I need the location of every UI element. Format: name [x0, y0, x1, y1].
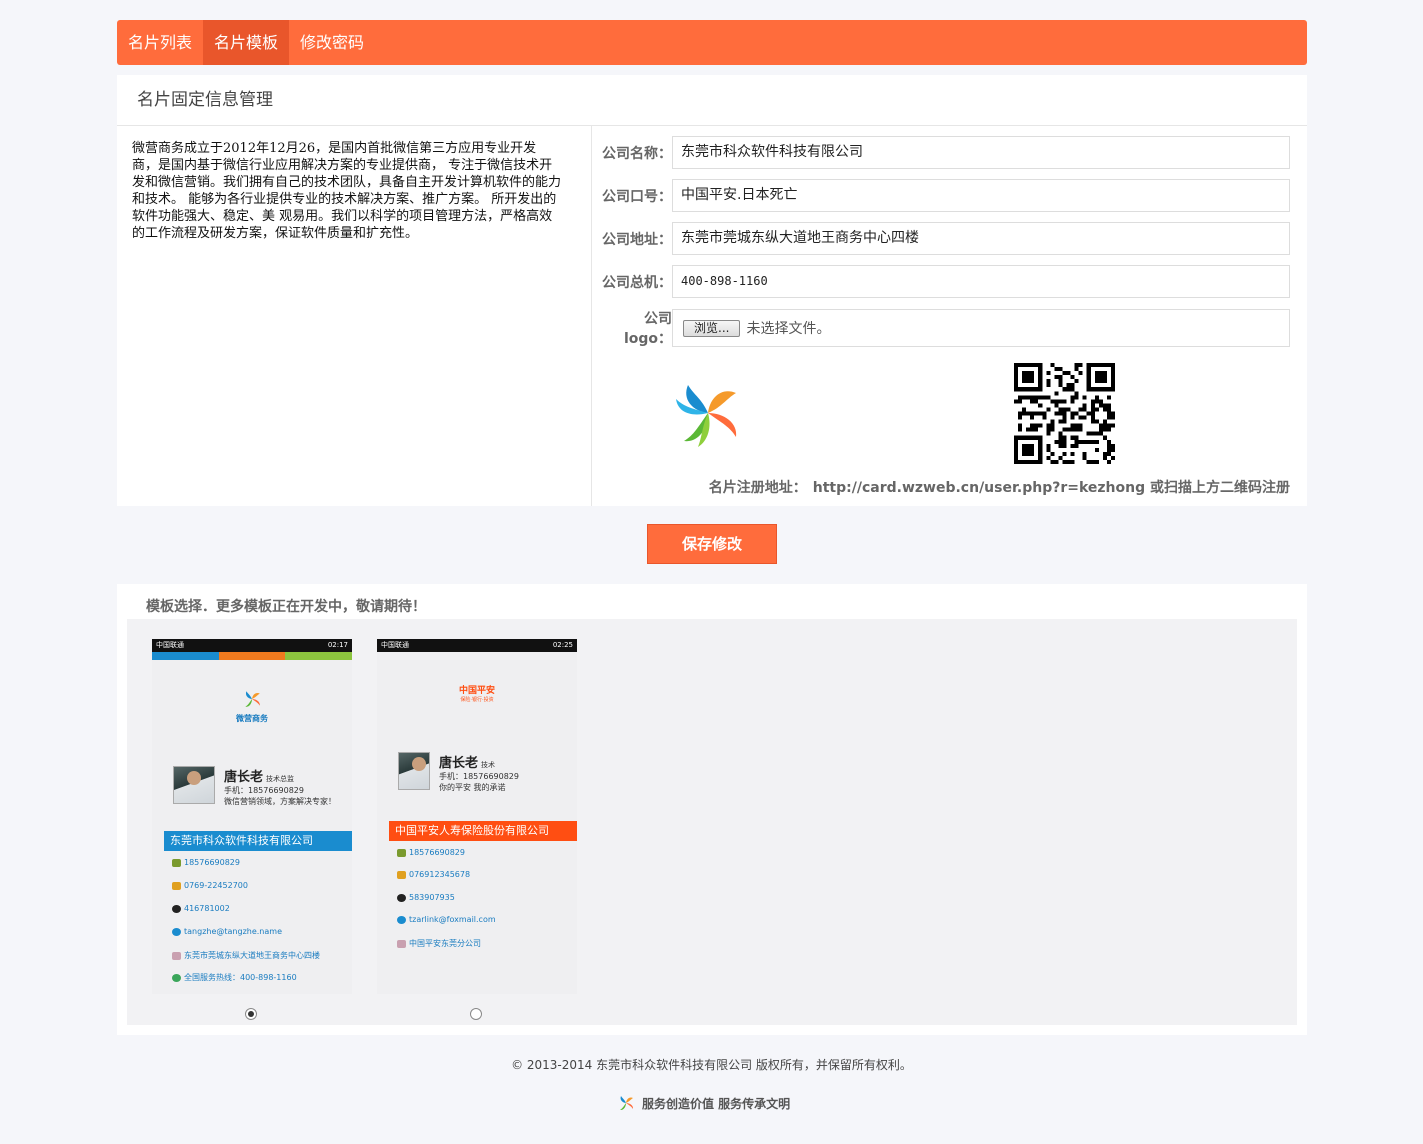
status-bar: 中国联通 02:17 [152, 639, 352, 652]
company-address-label: 公司地址： [602, 231, 672, 248]
top-nav: 名片列表 名片模板 修改密码 [117, 20, 1307, 65]
brand-sub-text: 保险·银行·投资 [460, 697, 494, 703]
avatar [398, 752, 430, 790]
brand-text: 中国平安 [458, 686, 495, 696]
save-button[interactable]: 保存修改 [647, 524, 777, 564]
register-url: http://card.wzweb.cn/user.php?r=kezhong … [812, 480, 1290, 496]
brand-logo-icon [245, 691, 260, 707]
contact-email: tangzhe@tangzhe.name [172, 927, 282, 936]
contact-mobile: 18576690829 [172, 858, 240, 867]
company-name-label: 公司名称： [602, 145, 672, 162]
footer-slogan: 服务创造价值 服务传承文明 [617, 1094, 790, 1112]
qq-icon [172, 904, 181, 913]
browse-button[interactable]: 浏览... [683, 319, 741, 337]
company-name-input[interactable]: 东莞市科众软件科技有限公司 [672, 136, 1290, 169]
status-bar: 中国联通 02:25 [377, 639, 577, 652]
fixed-info-panel: 名片固定信息管理 微营商务成立于2012年12月26，是国内首批微信第三方应用专… [117, 75, 1307, 506]
footer-logo-icon [620, 1096, 634, 1111]
template-area: 中国联通 02:17 微营商务 唐长老 技术总监 手机：18576690829 … [127, 619, 1297, 1025]
avatar [173, 766, 215, 804]
company-address-input[interactable]: 东莞市莞城东纵大道地王商务中心四楼 [672, 222, 1290, 255]
person-motto: 你的平安 我的承诺 [439, 783, 506, 792]
company-bar: 中国平安人寿保险股份有限公司 [389, 821, 577, 841]
email-icon [172, 927, 181, 936]
company-logo-label: 公司logo： [623, 311, 672, 347]
template-title: 模板选择．更多模板正在开发中，敬请期待！ [146, 599, 426, 615]
contact-mobile: 18576690829 [397, 848, 465, 857]
globe-icon [172, 973, 181, 982]
tab-change-password[interactable]: 修改密码 [289, 20, 375, 65]
person-title: 技术 [481, 761, 496, 769]
template-2-radio[interactable] [470, 1008, 482, 1020]
company-phone-input[interactable]: 400-898-1160 [672, 265, 1290, 298]
company-intro-text: 微营商务成立于2012年12月26，是国内首批微信第三方应用专业开发商，是国内基… [132, 141, 562, 241]
contact-address: 东莞市莞城东纵大道地王商务中心四楼 [172, 950, 320, 961]
register-label: 名片注册地址： [708, 480, 807, 496]
company-address-row: 公司地址： 东莞市莞城东纵大道地王商务中心四楼 [597, 222, 1290, 255]
qq-icon [397, 893, 406, 902]
phone-icon [397, 870, 406, 879]
company-name-row: 公司名称： 东莞市科众软件科技有限公司 [597, 136, 1290, 169]
person-mobile: 手机：18576690829 [439, 772, 519, 781]
contact-phone: 076912345678 [397, 870, 470, 879]
company-phone-row: 公司总机： 400-898-1160 [597, 265, 1290, 298]
contact-email: tzarlink@foxmail.com [397, 915, 496, 924]
company-logo-row: 公司logo： 浏览... 未选择文件。 [597, 308, 1290, 348]
phone-icon [172, 881, 181, 890]
mobile-icon [397, 848, 406, 857]
company-slogan-row: 公司口号： 中国平安.日本死亡 [597, 179, 1290, 212]
brand-block: 中国平安 保险·银行·投资 [377, 683, 577, 703]
footer-slogan-text: 服务创造价值 服务传承文明 [642, 1096, 791, 1111]
person-name: 唐长老 [224, 770, 264, 785]
tab-card-templates[interactable]: 名片模板 [203, 20, 290, 65]
panel-title: 名片固定信息管理 [117, 75, 1307, 126]
vertical-divider [591, 126, 592, 506]
tab-card-list[interactable]: 名片列表 [117, 20, 203, 65]
contact-phone: 0769-22452700 [172, 881, 248, 890]
company-bar: 东莞市科众软件科技有限公司 [164, 831, 352, 851]
register-address-line: 名片注册地址： http://card.wzweb.cn/user.php?r=k… [709, 477, 1290, 497]
company-phone-label: 公司总机： [602, 274, 672, 291]
logo-file-input: 浏览... 未选择文件。 [672, 309, 1290, 347]
person-motto: 微信营销领域，方案解决专家！ [224, 797, 336, 806]
contact-qq: 583907935 [397, 893, 455, 902]
brand-text: 微营商务 [236, 714, 268, 723]
person-title: 技术总监 [266, 775, 295, 783]
person-name: 唐长老 [439, 756, 479, 771]
building-icon [172, 951, 181, 960]
company-slogan-input[interactable]: 中国平安.日本死亡 [672, 179, 1290, 212]
contact-qq: 416781002 [172, 904, 230, 913]
template-card-2[interactable]: 中国联通 02:25 中国平安 保险·银行·投资 唐长老 技术 手机：185766… [377, 639, 577, 994]
company-slogan-label: 公司口号： [602, 188, 672, 205]
file-status-text: 未选择文件。 [746, 321, 831, 337]
template-card-1[interactable]: 中国联通 02:17 微营商务 唐长老 技术总监 手机：18576690829 … [152, 639, 352, 994]
footer-copyright: © 2013-2014 东莞市科众软件科技有限公司 版权所有，并保留所有权利。 [511, 1058, 912, 1072]
brand-block: 微营商务 [152, 689, 352, 724]
company-logo-image [672, 377, 744, 449]
person-mobile: 手机：18576690829 [224, 786, 304, 795]
qr-code-image [1014, 363, 1115, 464]
person-block: 唐长老 技术总监 手机：18576690829 微信营销领域，方案解决专家！ [173, 766, 336, 807]
template-panel: 模板选择．更多模板正在开发中，敬请期待！ 中国联通 02:17 微营商务 唐长老… [117, 584, 1307, 1035]
color-bar [152, 652, 352, 660]
building-icon [397, 939, 406, 948]
contact-hotline: 全国服务热线：400-898-1160 [172, 972, 297, 983]
contact-address: 中国平安东莞分公司 [397, 938, 481, 949]
person-block: 唐长老 技术 手机：18576690829 你的平安 我的承诺 [398, 752, 519, 793]
mobile-icon [172, 858, 181, 867]
email-icon [397, 915, 406, 924]
template-1-radio[interactable] [245, 1008, 257, 1020]
